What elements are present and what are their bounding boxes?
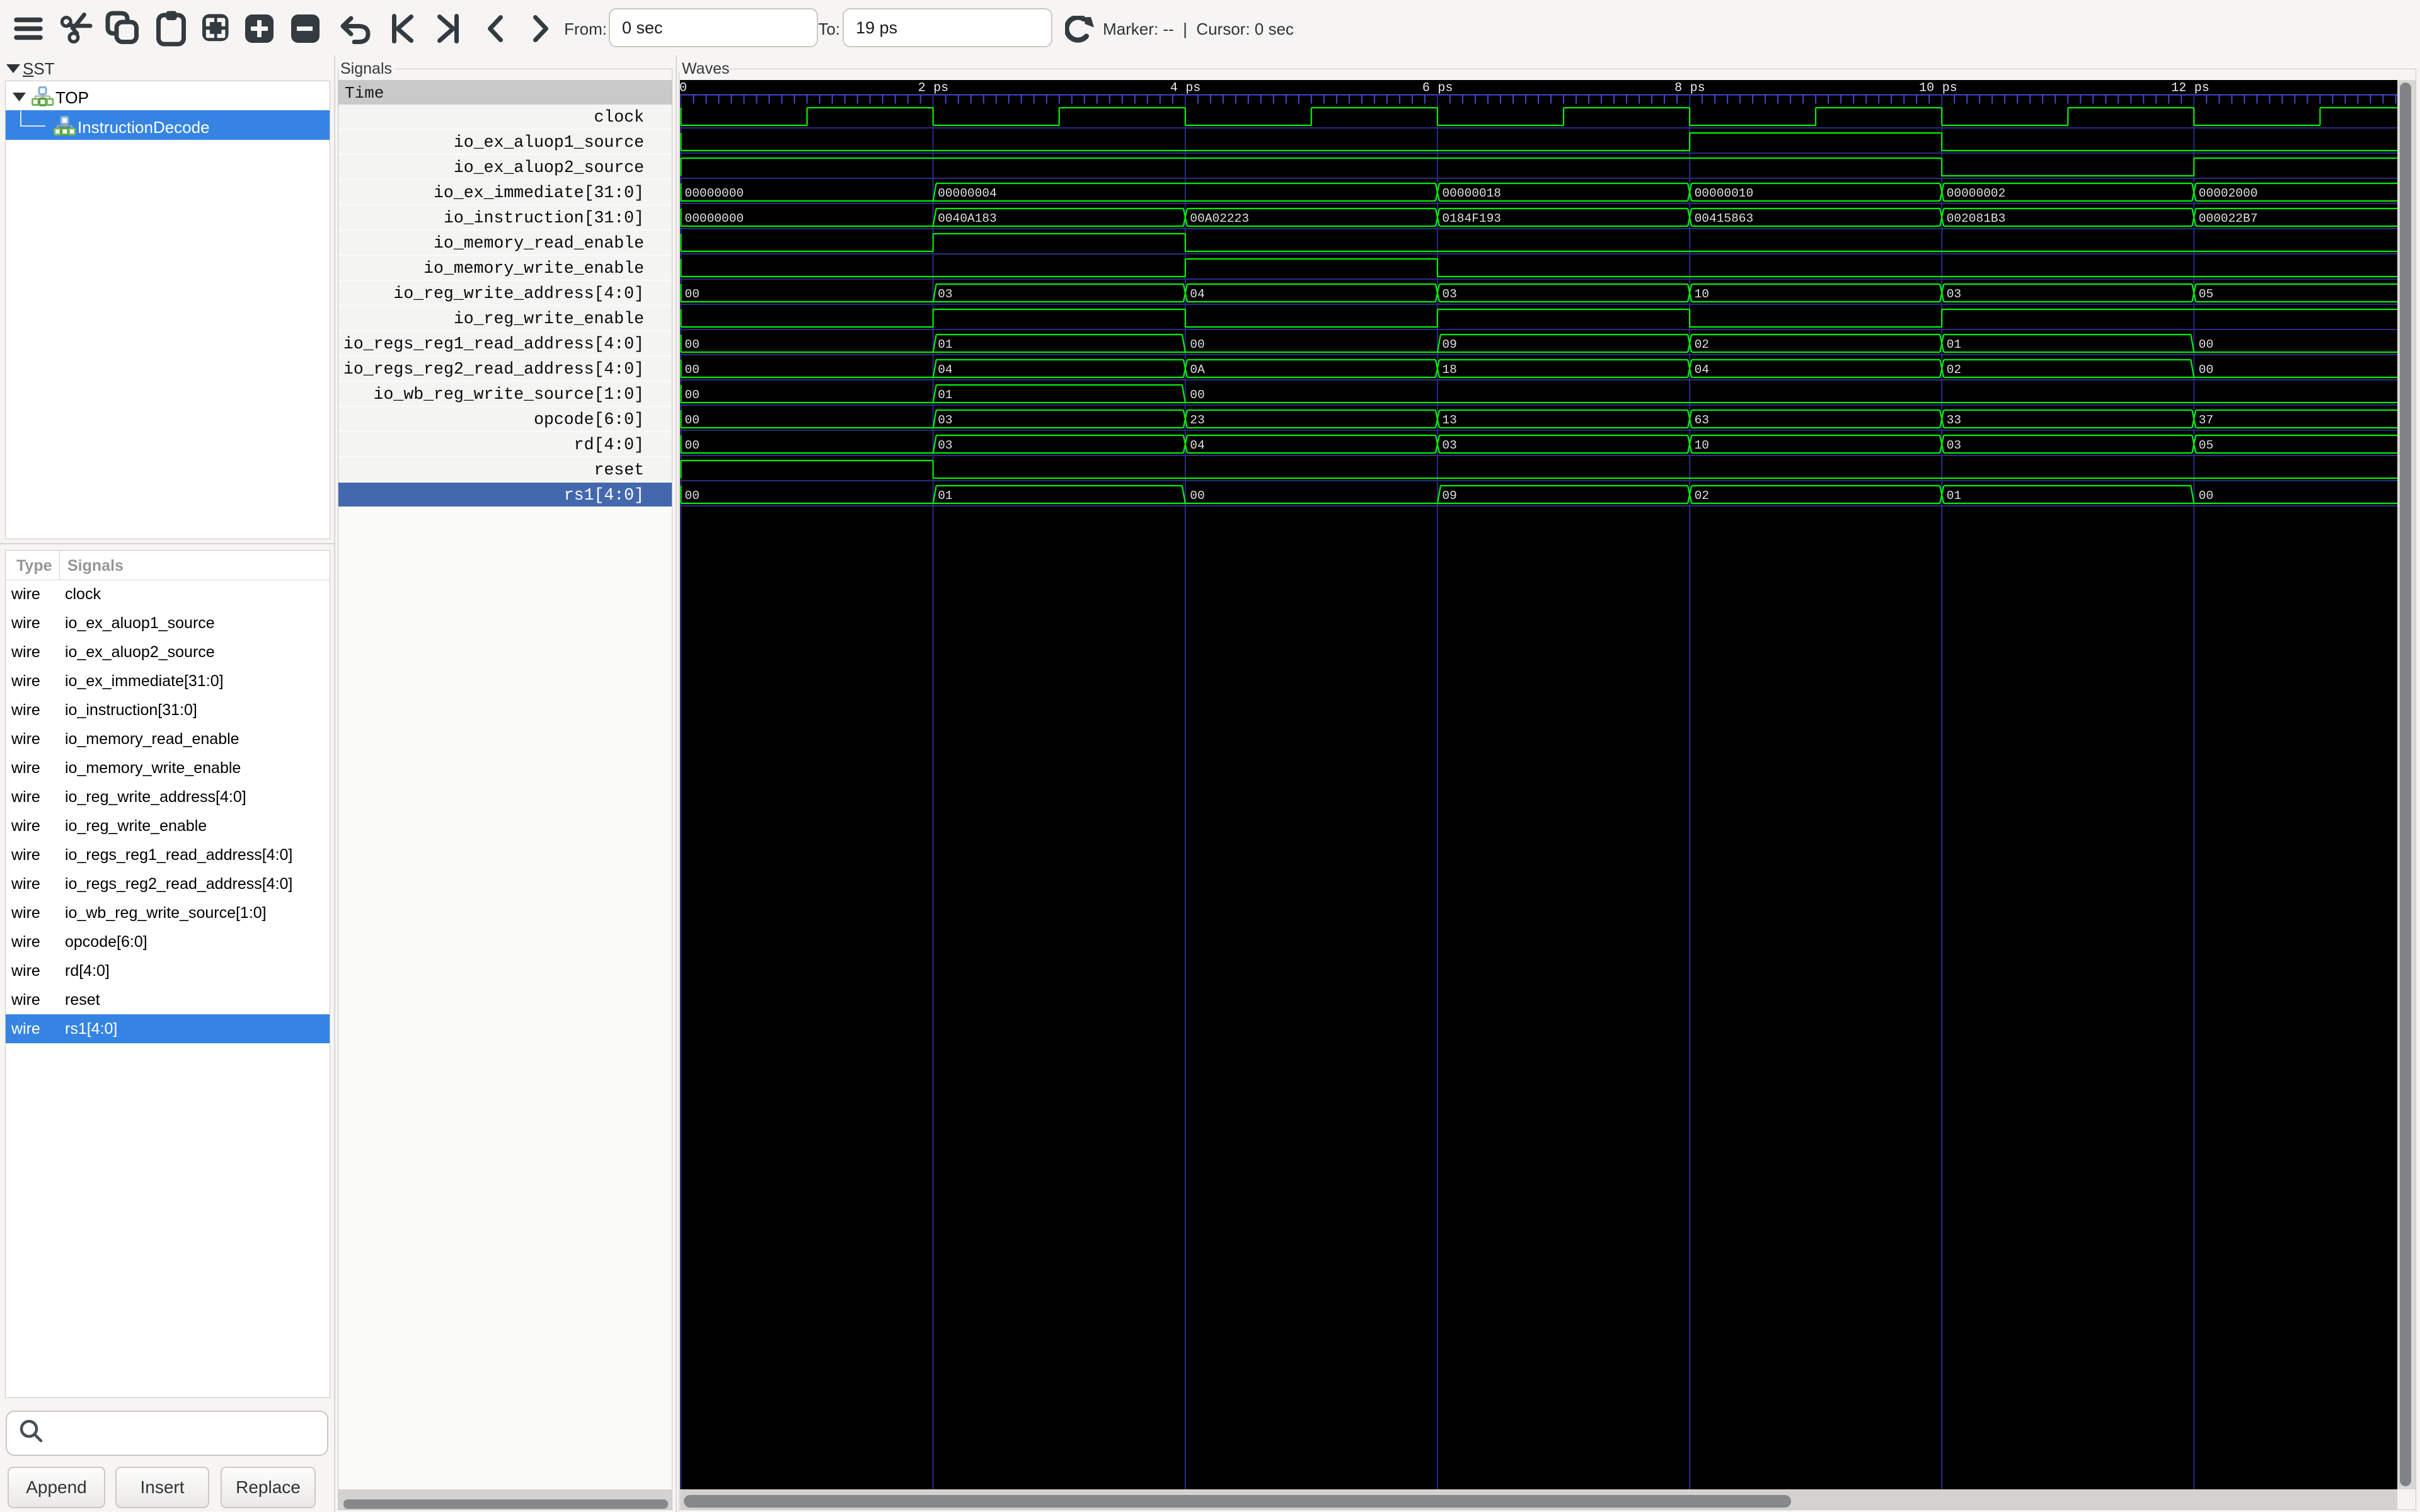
svg-text:00: 00 [685, 438, 700, 452]
svg-text:05: 05 [2199, 438, 2213, 452]
svg-text:00000002: 00000002 [1947, 186, 2006, 200]
svg-text:00: 00 [2199, 338, 2213, 352]
svg-text:18: 18 [1442, 363, 1456, 377]
svg-text:03: 03 [1442, 287, 1456, 301]
svg-text:02: 02 [1947, 363, 1961, 377]
svg-text:00: 00 [2199, 363, 2213, 377]
svg-text:0040A183: 0040A183 [938, 212, 997, 226]
svg-text:09: 09 [1442, 338, 1456, 352]
svg-text:10: 10 [1919, 81, 1934, 96]
svg-text:04: 04 [1190, 438, 1204, 452]
svg-text:00000010: 00000010 [1695, 186, 1754, 200]
svg-text:00000000: 00000000 [685, 186, 744, 200]
svg-text:12: 12 [2171, 81, 2186, 96]
svg-text:0184F193: 0184F193 [1442, 212, 1501, 226]
svg-text:00002000: 00002000 [2199, 186, 2258, 200]
svg-text:00: 00 [685, 388, 700, 402]
svg-text:002081B3: 002081B3 [1947, 212, 2006, 226]
svg-text:00: 00 [685, 338, 700, 352]
svg-text:00: 00 [685, 489, 700, 503]
svg-text:00000004: 00000004 [938, 186, 997, 200]
svg-text:10: 10 [1695, 438, 1709, 452]
svg-text:00A02223: 00A02223 [1190, 212, 1249, 226]
svg-text:ps: ps [2194, 81, 2210, 96]
svg-text:10: 10 [1695, 287, 1709, 301]
svg-text:ps: ps [1438, 81, 1453, 96]
svg-text:01: 01 [938, 388, 952, 402]
svg-text:01: 01 [938, 489, 952, 503]
svg-text:03: 03 [1442, 438, 1456, 452]
svg-text:ps: ps [933, 81, 948, 96]
svg-text:03: 03 [1947, 438, 1961, 452]
svg-text:33: 33 [1947, 413, 1961, 427]
svg-text:04: 04 [1695, 363, 1709, 377]
svg-text:03: 03 [938, 287, 952, 301]
svg-text:01: 01 [1947, 489, 1961, 503]
svg-text:63: 63 [1695, 413, 1709, 427]
svg-text:00: 00 [685, 287, 700, 301]
svg-text:00: 00 [1190, 338, 1204, 352]
svg-text:6: 6 [1422, 81, 1430, 96]
svg-text:4: 4 [1170, 81, 1178, 96]
svg-text:2: 2 [918, 81, 926, 96]
svg-text:000022B7: 000022B7 [2199, 212, 2258, 226]
svg-text:02: 02 [1695, 338, 1709, 352]
svg-text:01: 01 [938, 338, 952, 352]
svg-text:00: 00 [2199, 489, 2213, 503]
svg-text:00: 00 [1190, 489, 1204, 503]
svg-text:00000018: 00000018 [1442, 186, 1501, 200]
svg-text:01: 01 [1947, 338, 1961, 352]
svg-text:0A: 0A [1190, 363, 1205, 377]
svg-text:ps: ps [1942, 81, 1957, 96]
svg-text:03: 03 [1947, 287, 1961, 301]
svg-text:00: 00 [685, 413, 700, 427]
svg-text:0: 0 [680, 81, 687, 96]
svg-text:05: 05 [2199, 287, 2213, 301]
svg-text:00415863: 00415863 [1695, 212, 1754, 226]
svg-text:13: 13 [1442, 413, 1456, 427]
svg-text:23: 23 [1190, 413, 1204, 427]
svg-text:37: 37 [2199, 413, 2213, 427]
svg-text:00000000: 00000000 [685, 212, 744, 226]
svg-text:00: 00 [685, 363, 700, 377]
svg-text:ps: ps [1690, 81, 1705, 96]
svg-text:09: 09 [1442, 489, 1456, 503]
svg-text:03: 03 [938, 413, 952, 427]
svg-text:02: 02 [1695, 489, 1709, 503]
svg-text:03: 03 [938, 438, 952, 452]
svg-text:ps: ps [1185, 81, 1201, 96]
svg-text:04: 04 [1190, 287, 1204, 301]
svg-text:04: 04 [938, 363, 952, 377]
svg-text:8: 8 [1674, 81, 1682, 96]
svg-text:00: 00 [1190, 388, 1204, 402]
